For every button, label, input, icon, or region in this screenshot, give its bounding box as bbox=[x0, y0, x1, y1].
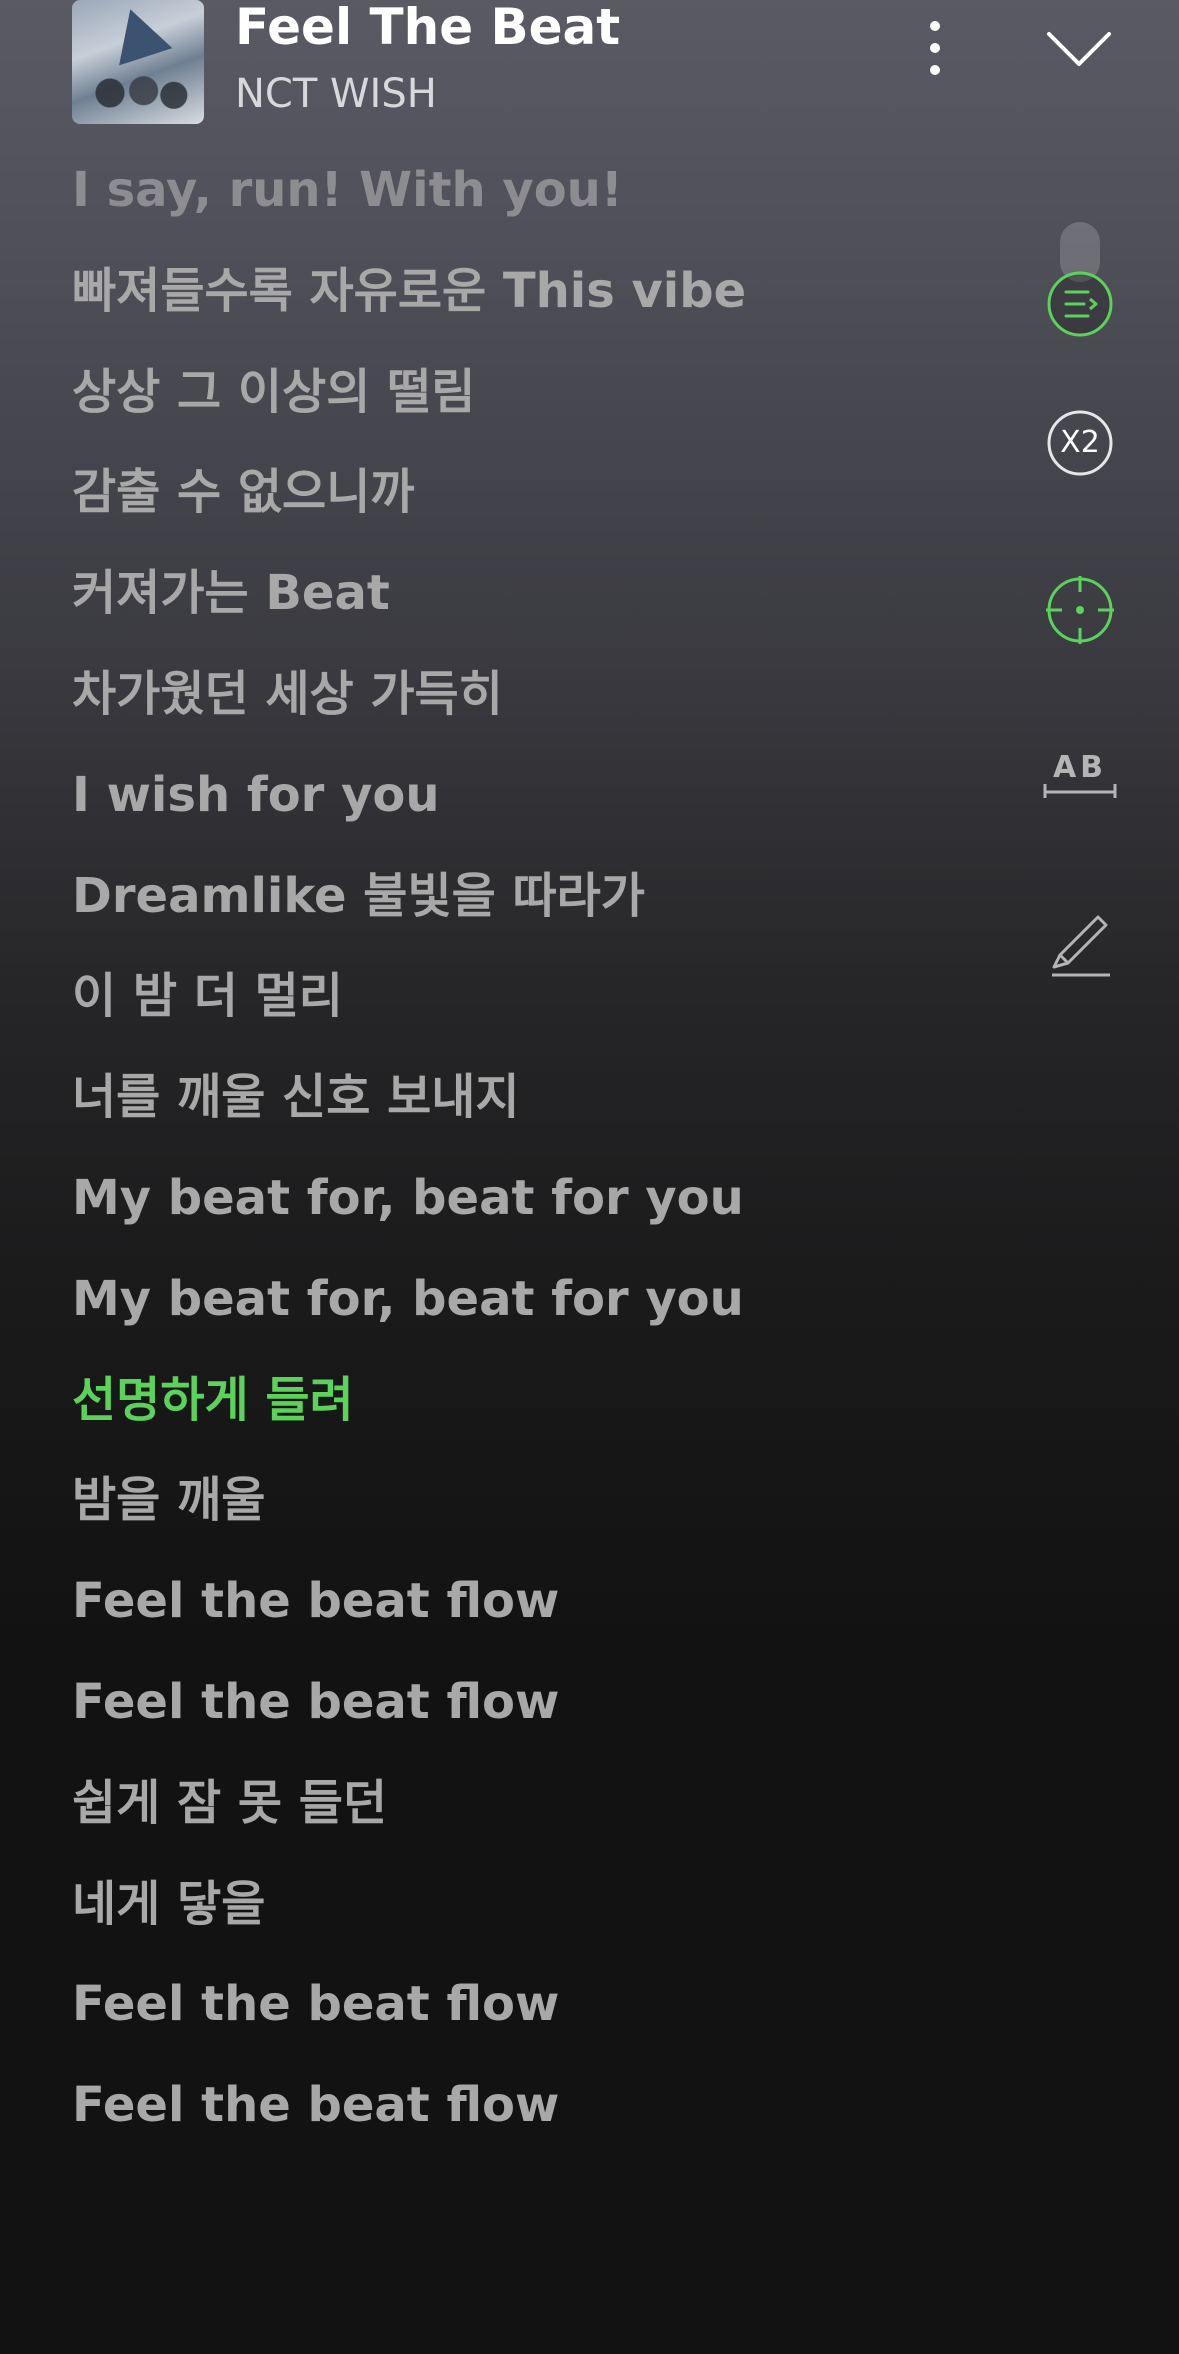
lyric-line[interactable]: 상상 그 이상의 떨림 bbox=[72, 362, 475, 422]
queue-button[interactable] bbox=[1030, 264, 1130, 344]
lyric-line[interactable]: 차가웠던 세상 가득히 bbox=[72, 664, 503, 724]
speed-button[interactable]: X2 bbox=[1030, 405, 1130, 481]
chevron-down-icon bbox=[1047, 32, 1111, 66]
lyric-line[interactable]: Feel the beat flow bbox=[72, 1974, 559, 2034]
lyric-line[interactable]: 밤을 깨울 bbox=[72, 1470, 265, 1530]
lyric-line[interactable]: Feel the beat flow bbox=[72, 1672, 559, 1732]
lyric-line[interactable]: I wish for you bbox=[72, 765, 440, 825]
lyric-line[interactable]: 너를 깨울 신호 보내지 bbox=[72, 1067, 520, 1127]
lyric-line[interactable]: 빠져들수록 자유로운 This vibe bbox=[72, 261, 746, 321]
lyric-line[interactable]: 네게 닿을 bbox=[72, 1874, 265, 1934]
lyric-line[interactable]: Dreamlike 불빛을 따라가 bbox=[72, 866, 645, 926]
lyric-line-active[interactable]: 선명하게 들려 bbox=[72, 1370, 354, 1430]
focus-target-icon bbox=[1046, 576, 1114, 644]
lyric-line[interactable]: My beat for, beat for you bbox=[72, 1269, 744, 1329]
album-art-figures bbox=[82, 70, 194, 116]
translate-button[interactable]: AB bbox=[1030, 750, 1130, 810]
lyric-line[interactable]: 커져가는 Beat bbox=[72, 563, 390, 623]
lyric-line[interactable]: 이 밤 더 멀리 bbox=[72, 966, 343, 1026]
translate-icon bbox=[1043, 784, 1117, 798]
more-options-button[interactable] bbox=[910, 18, 960, 78]
speed-label: X2 bbox=[1060, 425, 1100, 460]
queue-icon bbox=[1047, 271, 1113, 337]
artist-name[interactable]: NCT WISH bbox=[235, 70, 437, 118]
lyric-line[interactable]: Feel the beat flow bbox=[72, 1571, 559, 1631]
focus-button[interactable] bbox=[1030, 570, 1130, 650]
lyric-line[interactable]: Feel the beat flow bbox=[72, 2075, 559, 2135]
more-vertical-icon bbox=[930, 21, 940, 75]
highlight-button[interactable] bbox=[1030, 905, 1130, 985]
lyric-line[interactable]: 쉽게 잠 못 들던 bbox=[72, 1773, 387, 1833]
lyric-line[interactable]: 감출 수 없으니까 bbox=[72, 462, 415, 522]
collapse-button[interactable] bbox=[1045, 28, 1113, 72]
highlight-pen-icon bbox=[1052, 915, 1110, 977]
album-art-graphic bbox=[103, 0, 173, 66]
lyric-line[interactable]: I say, run! With you! bbox=[72, 160, 623, 220]
album-art[interactable] bbox=[72, 0, 204, 124]
player-header: Feel The Beat NCT WISH bbox=[0, 0, 1179, 140]
song-title: Feel The Beat bbox=[235, 0, 621, 56]
lyric-line[interactable]: My beat for, beat for you bbox=[72, 1168, 744, 1228]
side-controls: X2 AB bbox=[1030, 220, 1130, 1020]
